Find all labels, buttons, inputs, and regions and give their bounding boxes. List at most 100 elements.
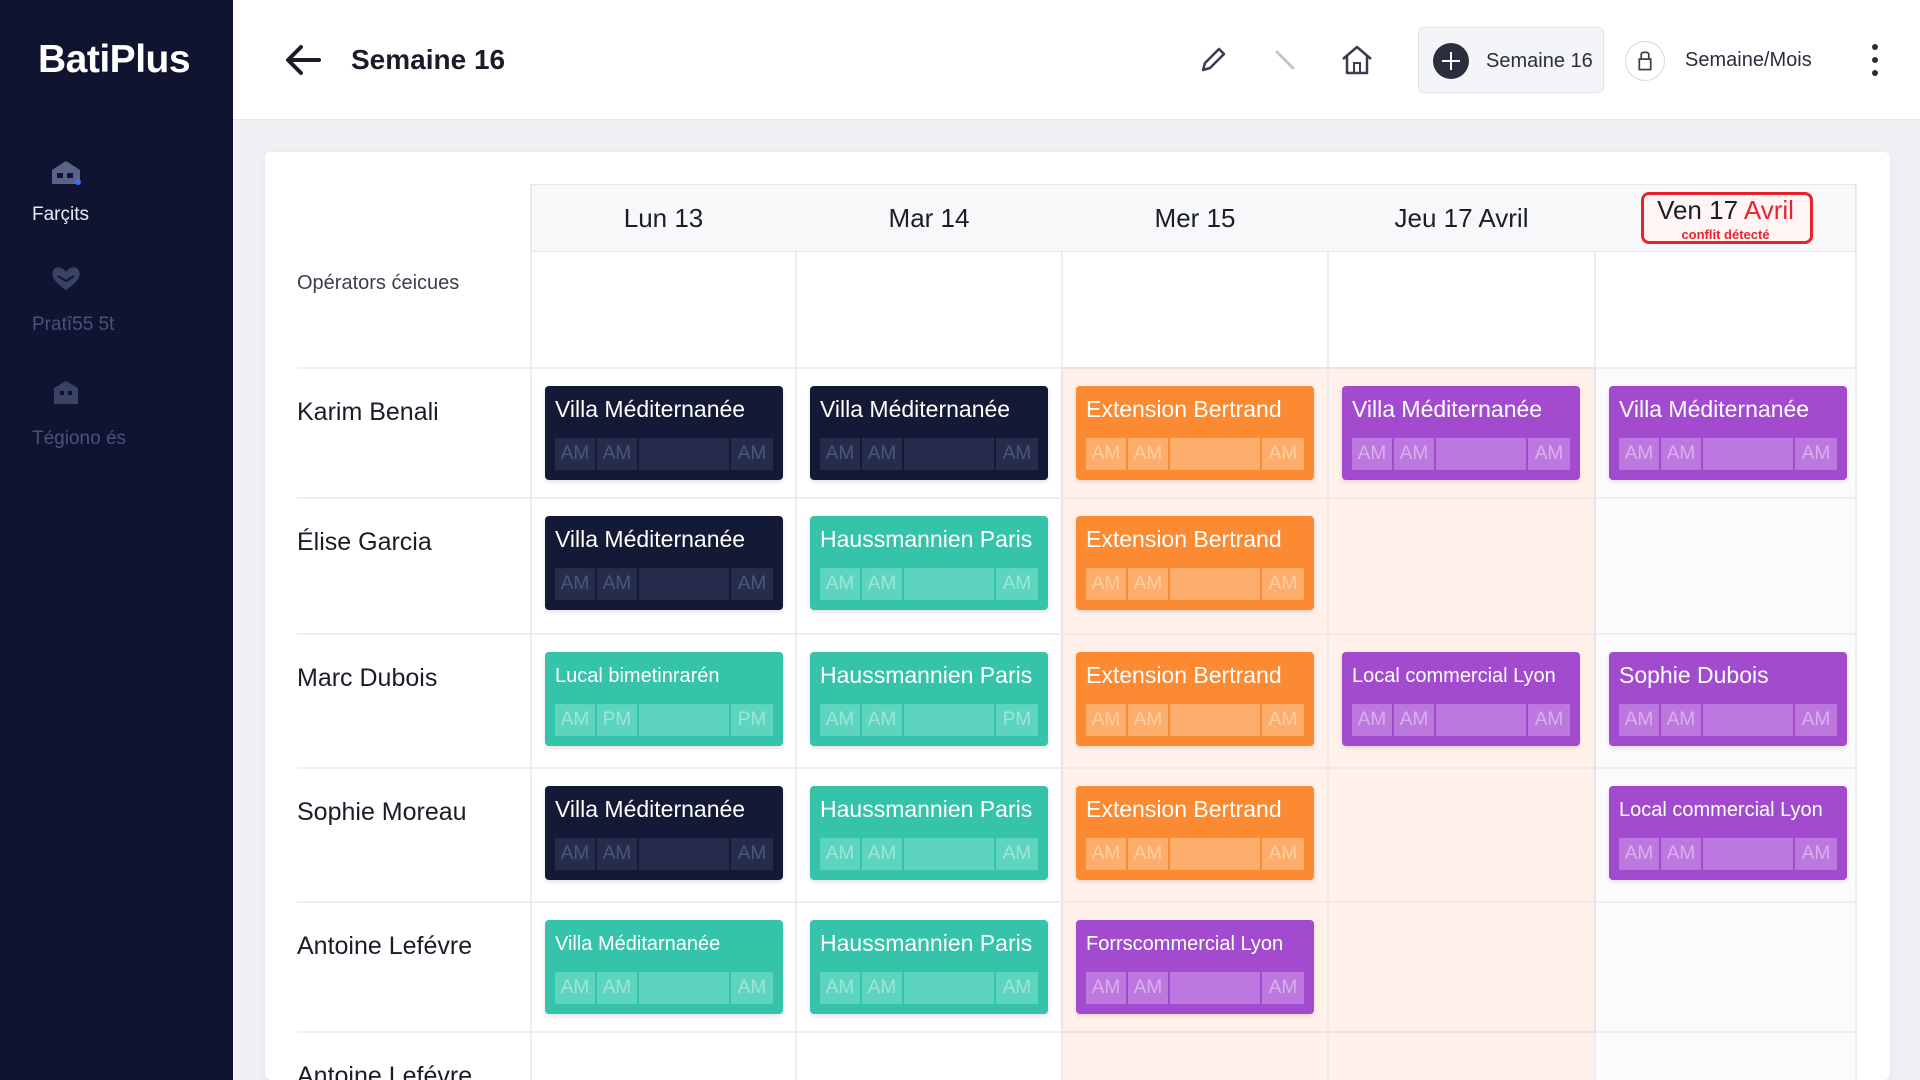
time-slot[interactable]: AM	[731, 568, 773, 600]
time-slot[interactable]: AM	[1661, 838, 1701, 870]
assignment-block[interactable]: Villa Méditernanée AM AM AM	[1342, 386, 1580, 480]
time-slot[interactable]: AM	[1128, 972, 1168, 1004]
time-slot[interactable]	[1170, 972, 1260, 1004]
time-slot[interactable]	[1170, 704, 1260, 736]
back-arrow-icon[interactable]	[281, 38, 325, 82]
time-slot[interactable]: AM	[1661, 438, 1701, 470]
time-slot[interactable]: AM	[1394, 704, 1434, 736]
time-slot[interactable]: AM	[555, 438, 595, 470]
time-slot[interactable]: AM	[820, 704, 860, 736]
time-slot[interactable]: AM	[1619, 838, 1659, 870]
time-slot[interactable]: AM	[731, 972, 773, 1004]
time-slot[interactable]	[639, 972, 729, 1004]
assignment-block[interactable]: Extension Bertrand AM AM AM	[1076, 516, 1314, 610]
assignment-block[interactable]: Villa Méditernanée AM AM AM	[545, 786, 783, 880]
time-slot[interactable]: AM	[731, 838, 773, 870]
time-slot[interactable]: AM	[1528, 438, 1570, 470]
time-slot[interactable]: AM	[1262, 972, 1304, 1004]
time-slot[interactable]	[639, 568, 729, 600]
time-slot[interactable]: AM	[555, 972, 595, 1004]
assignment-block[interactable]: Haussmannien Paris AM AM AM	[810, 920, 1048, 1014]
time-slot[interactable]: AM	[1795, 838, 1837, 870]
view-toggle-button[interactable]: Semaine/Mois	[1625, 27, 1825, 93]
time-slot[interactable]: AM	[597, 438, 637, 470]
assignment-block[interactable]: Haussmannien Paris AM AM PM	[810, 652, 1048, 746]
time-slot[interactable]: AM	[996, 438, 1038, 470]
assignment-block[interactable]: Villa Méditarnanée AM AM AM	[545, 920, 783, 1014]
time-slot[interactable]: AM	[862, 568, 902, 600]
time-slot[interactable]: AM	[1661, 704, 1701, 736]
time-slot[interactable]	[904, 972, 994, 1004]
time-slot[interactable]: AM	[820, 568, 860, 600]
time-slot[interactable]: AM	[1619, 704, 1659, 736]
time-slot[interactable]: AM	[1086, 838, 1126, 870]
time-slot[interactable]: AM	[820, 838, 860, 870]
time-slot[interactable]: AM	[820, 438, 860, 470]
time-slot[interactable]: AM	[1795, 438, 1837, 470]
sidebar-item-regions[interactable]: Tégiono és	[0, 372, 233, 452]
time-slot[interactable]	[1170, 568, 1260, 600]
time-slot[interactable]: PM	[731, 704, 773, 736]
time-slot[interactable]: AM	[1262, 704, 1304, 736]
time-slot[interactable]	[1703, 438, 1793, 470]
time-slot[interactable]	[1436, 704, 1526, 736]
time-slot[interactable]	[639, 838, 729, 870]
time-slot[interactable]: AM	[862, 704, 902, 736]
time-slot[interactable]: AM	[1086, 704, 1126, 736]
time-slot[interactable]: AM	[1795, 704, 1837, 736]
assignment-block[interactable]: Lucal bimetinrarén AM PM PM	[545, 652, 783, 746]
time-slot[interactable]	[904, 704, 994, 736]
time-slot[interactable]: AM	[731, 438, 773, 470]
assignment-block[interactable]: Extension Bertrand AM AM AM	[1076, 652, 1314, 746]
time-slot[interactable]: AM	[862, 838, 902, 870]
time-slot[interactable]: AM	[820, 972, 860, 1004]
time-slot[interactable]: AM	[1086, 972, 1126, 1004]
time-slot[interactable]	[639, 438, 729, 470]
time-slot[interactable]	[904, 438, 994, 470]
time-slot[interactable]: AM	[1262, 568, 1304, 600]
assignment-block[interactable]: Haussmannien Paris AM AM AM	[810, 786, 1048, 880]
time-slot[interactable]: AM	[555, 838, 595, 870]
assignment-block[interactable]: Villa Méditernanée AM AM AM	[545, 516, 783, 610]
assignment-block[interactable]: Villa Méditernanée AM AM AM	[545, 386, 783, 480]
brush-icon[interactable]	[1267, 42, 1303, 78]
day-header[interactable]: Mar 14	[796, 184, 1062, 252]
more-options-icon[interactable]	[1865, 42, 1885, 78]
sidebar-item-farcits[interactable]: Farçits	[0, 150, 233, 230]
time-slot[interactable]: AM	[1086, 438, 1126, 470]
assignment-block[interactable]: Haussmannien Paris AM AM AM	[810, 516, 1048, 610]
pencil-icon[interactable]	[1195, 42, 1231, 78]
time-slot[interactable]: AM	[996, 838, 1038, 870]
time-slot[interactable]	[1436, 438, 1526, 470]
assignment-block[interactable]: Sophie Dubois AM AM AM	[1609, 652, 1847, 746]
time-slot[interactable]: AM	[1128, 838, 1168, 870]
time-slot[interactable]: AM	[1262, 838, 1304, 870]
time-slot[interactable]: PM	[597, 704, 637, 736]
time-slot[interactable]: AM	[1528, 704, 1570, 736]
time-slot[interactable]: AM	[555, 568, 595, 600]
assignment-block[interactable]: Local commercial Lyon AM AM AM	[1342, 652, 1580, 746]
time-slot[interactable]	[1170, 438, 1260, 470]
day-header[interactable]: Mer 15	[1062, 184, 1328, 252]
time-slot[interactable]: AM	[597, 838, 637, 870]
time-slot[interactable]: AM	[1128, 568, 1168, 600]
time-slot[interactable]: PM	[996, 704, 1038, 736]
time-slot[interactable]: AM	[862, 972, 902, 1004]
time-slot[interactable]: AM	[1128, 438, 1168, 470]
week-selector-button[interactable]: Semaine 16	[1418, 27, 1604, 93]
assignment-block[interactable]: Villa Méditernanée AM AM AM	[810, 386, 1048, 480]
time-slot[interactable]: AM	[996, 568, 1038, 600]
time-slot[interactable]	[904, 838, 994, 870]
time-slot[interactable]: AM	[1619, 438, 1659, 470]
assignment-block[interactable]: Local commercial Lyon AM AM AM	[1609, 786, 1847, 880]
time-slot[interactable]	[1703, 838, 1793, 870]
time-slot[interactable]: AM	[597, 568, 637, 600]
time-slot[interactable]	[1170, 838, 1260, 870]
time-slot[interactable]: AM	[1086, 568, 1126, 600]
time-slot[interactable]: AM	[1262, 438, 1304, 470]
time-slot[interactable]: AM	[1394, 438, 1434, 470]
assignment-block[interactable]: Villa Méditernanée AM AM AM	[1609, 386, 1847, 480]
assignment-block[interactable]: Extension Bertrand AM AM AM	[1076, 786, 1314, 880]
day-header[interactable]: Jeu 17 Avril	[1328, 184, 1595, 252]
time-slot[interactable]	[639, 704, 729, 736]
